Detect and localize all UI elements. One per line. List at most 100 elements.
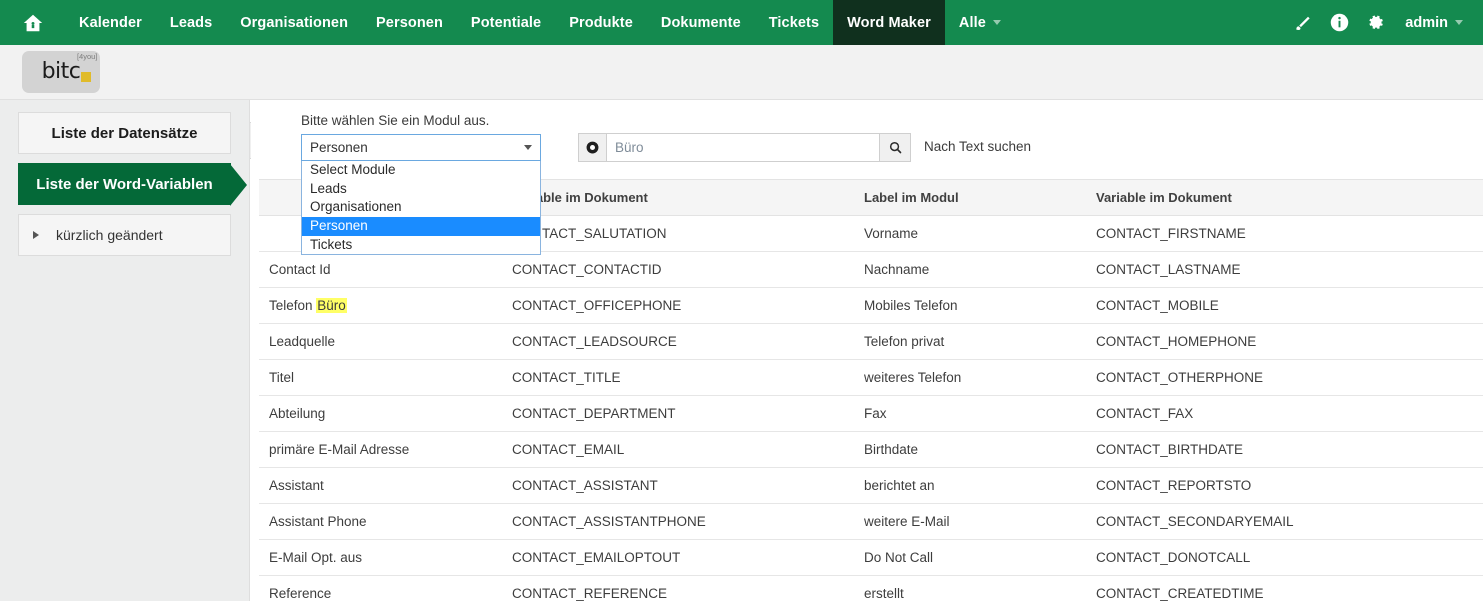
module-select-dropdown[interactable]: Personen (301, 134, 541, 161)
table-cell-c4: CONTACT_REPORTSTO (1086, 467, 1483, 504)
chevron-down-icon (524, 145, 532, 150)
nav-item-produkte[interactable]: Produkte (555, 0, 647, 45)
table-cell-c1: primäre E-Mail Adresse (259, 431, 502, 468)
sidebar-item-label: Liste der Datensätze (51, 124, 198, 142)
table-cell-c2: CONTACT_SALUTATION (502, 215, 854, 252)
table-cell-c4: CONTACT_CREATEDTIME (1086, 575, 1483, 601)
sidebar-item-kürzlich-geändert[interactable]: kürzlich geändert (18, 214, 231, 256)
text-search-label: Nach Text suchen (924, 139, 1032, 154)
module-option-select-module[interactable]: Select Module (302, 161, 540, 180)
table-cell-c4: CONTACT_HOMEPHONE (1086, 323, 1483, 360)
table-row[interactable]: E-Mail Opt. aus CONTACT_EMAILOPTOUT Do Not… (259, 539, 1483, 576)
nav-item-personen[interactable]: Personen (362, 0, 457, 45)
nav-item-label: Personen (376, 14, 443, 31)
nav-item-label: Dokumente (660, 14, 741, 31)
nav-item-alle[interactable]: Alle (945, 0, 1015, 45)
table-cell-c4: CONTACT_MOBILE (1086, 287, 1483, 324)
table-cell-c3: Vorname (854, 215, 1086, 252)
table-row[interactable]: Abteilung CONTACT_DEPARTMENT Fax CONTACT_FA… (259, 395, 1483, 432)
table-header-cell-4: Variable im Dokument (1086, 179, 1483, 216)
nav-item-potentiale[interactable]: Potentiale (457, 0, 555, 45)
table-cell-c4: CONTACT_FAX (1086, 395, 1483, 432)
triangle-right-icon (33, 231, 39, 239)
table-cell-c3: erstellt (854, 575, 1086, 601)
table-body: CONTACT_SALUTATION Vorname CONTACT_FIRSTNA… (259, 215, 1483, 601)
circle-dot-icon[interactable] (578, 133, 607, 162)
table-cell-c3: Telefon privat (854, 323, 1086, 360)
module-option-tickets[interactable]: Tickets (302, 236, 540, 255)
nav-item-tickets[interactable]: Tickets (755, 0, 833, 45)
nav-item-organisationen[interactable]: Organisationen (226, 0, 362, 45)
sidebar-item-label: kürzlich geändert (56, 227, 163, 243)
logo-text: bitc (41, 59, 81, 84)
top-navigation-bar: Kalender Leads Organisationen Personen Poten… (0, 0, 1483, 45)
module-option-personen[interactable]: Personen (302, 217, 540, 236)
table-cell-c1: Abteilung (259, 395, 502, 432)
table-cell-c1: Assistant Phone (259, 503, 502, 540)
table-row[interactable]: Assistant Phone CONTACT_ASSISTANTPHONE wei… (259, 503, 1483, 540)
home-icon[interactable] (0, 0, 65, 45)
table-row[interactable]: primäre E-Mail Adresse CONTACT_EMAIL Birth… (259, 431, 1483, 468)
table-cell-c2: CONTACT_EMAILOPTOUT (502, 539, 854, 576)
table-cell-c3: Birthdate (854, 431, 1086, 468)
nav-item-label: Produkte (569, 14, 633, 31)
table-cell-c3: berichtet an (854, 467, 1086, 504)
app-root: Kalender Leads Organisationen Personen Poten… (0, 0, 1483, 601)
nav-item-dokumente[interactable]: Dokumente (647, 0, 755, 45)
table-cell-c1: Reference (259, 575, 502, 601)
nav-item-kalender[interactable]: Kalender (65, 0, 156, 45)
table-row[interactable]: Contact Id CONTACT_CONTACTID Nachname CONTA… (259, 251, 1483, 288)
table-cell-c2: CONTACT_ASSISTANTPHONE (502, 503, 854, 540)
search-highlight: Büro (316, 298, 347, 313)
nav-item-leads[interactable]: Leads (156, 0, 226, 45)
nav-item-word-maker[interactable]: Word Maker (833, 0, 945, 45)
app-logo[interactable]: bitc [4you] (22, 51, 100, 93)
table-row[interactable]: Titel CONTACT_TITLE weiteres Telefon CONTAC… (259, 359, 1483, 396)
table-row[interactable]: Assistant CONTACT_ASSISTANT berichtet an CO… (259, 467, 1483, 504)
sidebar-item-liste-der-datensätze[interactable]: Liste der Datensätze (18, 112, 231, 154)
table-cell-c2: CONTACT_REFERENCE (502, 575, 854, 601)
table-cell-c1: Contact Id (259, 251, 502, 288)
table-header-cell-3: Label im Modul (854, 179, 1086, 216)
table-cell-c4: CONTACT_OTHERPHONE (1086, 359, 1483, 396)
chevron-down-icon (1455, 20, 1463, 25)
user-menu[interactable]: admin (1393, 15, 1469, 31)
table-row[interactable]: Reference CONTACT_REFERENCE erstellt CONTAC… (259, 575, 1483, 601)
module-option-organisationen[interactable]: Organisationen (302, 198, 540, 217)
table-cell-c1: Assistant (259, 467, 502, 504)
table-cell-c4: CONTACT_BIRTHDATE (1086, 431, 1483, 468)
module-select-value: Personen (310, 140, 368, 155)
table-cell-c4: CONTACT_DONOTCALL (1086, 539, 1483, 576)
module-prompt-label: Bitte wählen Sie ein Modul aus. (301, 113, 490, 128)
nav-items-container: Kalender Leads Organisationen Personen Poten… (65, 0, 1015, 45)
table-cell-c2: CONTACT_EMAIL (502, 431, 854, 468)
sidebar-items-container: Liste der Datensätze Liste der Word-Varia… (0, 112, 249, 256)
table-cell-c3: Nachname (854, 251, 1086, 288)
module-option-leads[interactable]: Leads (302, 180, 540, 199)
nav-item-label: Potentiale (470, 14, 542, 31)
table-cell-c3: Fax (854, 395, 1086, 432)
logo-superscript: [4you] (76, 52, 98, 61)
table-cell-c1: Telefon Büro (259, 287, 502, 324)
text-search-button[interactable] (880, 133, 911, 162)
table-cell-c4: CONTACT_FIRSTNAME (1086, 215, 1483, 252)
table-cell-c3: weiteres Telefon (854, 359, 1086, 396)
table-cell-c2: CONTACT_OFFICEPHONE (502, 287, 854, 324)
brush-icon[interactable] (1285, 0, 1321, 45)
table-cell-c1: E-Mail Opt. aus (259, 539, 502, 576)
text-search-input[interactable] (607, 133, 880, 162)
logo-accent-square (81, 72, 92, 82)
table-cell-c2: CONTACT_CONTACTID (502, 251, 854, 288)
table-row[interactable]: Leadquelle CONTACT_LEADSOURCE Telefon priv… (259, 323, 1483, 360)
table-cell-c3: weitere E-Mail (854, 503, 1086, 540)
sidebar-item-label: Liste der Word-Variablen (36, 175, 213, 193)
table-cell-c2: CONTACT_LEADSOURCE (502, 323, 854, 360)
sidebar-item-liste-der-word-variablen[interactable]: Liste der Word-Variablen (18, 163, 247, 206)
text-search-group (578, 133, 911, 162)
info-icon[interactable] (1321, 0, 1357, 45)
table-cell-c4: CONTACT_SECONDARYEMAIL (1086, 503, 1483, 540)
table-header-cell-2: Variable im Dokument (502, 179, 854, 216)
gear-icon[interactable] (1357, 0, 1393, 45)
table-row[interactable]: Telefon Büro CONTACT_OFFICEPHONE Mobiles T… (259, 287, 1483, 324)
